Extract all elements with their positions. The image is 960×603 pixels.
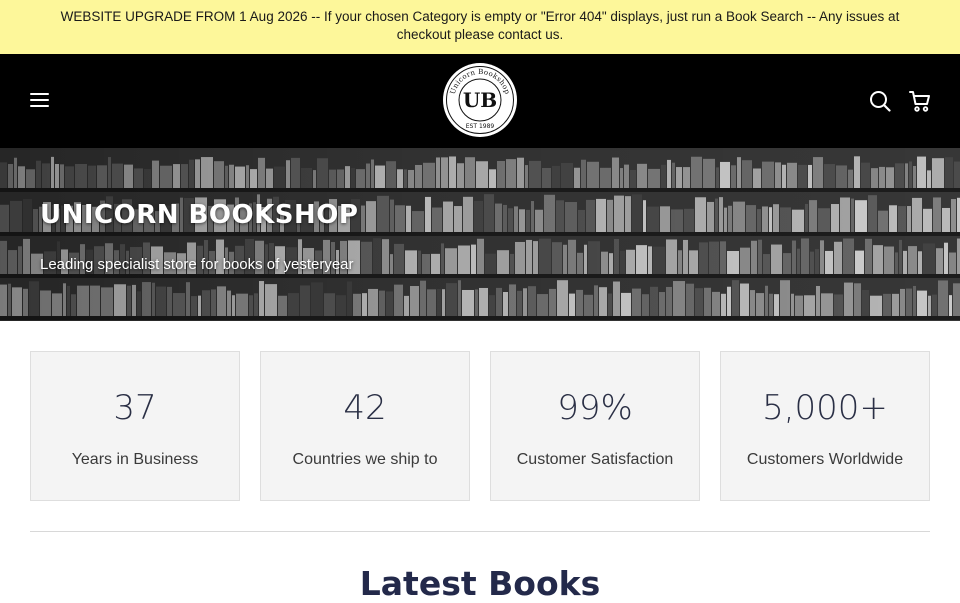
cart-icon[interactable] xyxy=(908,89,932,113)
logo-initials: UB xyxy=(463,88,497,112)
latest-books-heading: Latest Books xyxy=(359,564,601,603)
hamburger-icon xyxy=(30,93,49,95)
stat-label: Years in Business xyxy=(71,451,199,468)
stat-card-satisfaction: 99% Customer Satisfaction xyxy=(490,351,700,501)
section-divider xyxy=(30,531,930,532)
stat-card-years: 37 Years in Business xyxy=(30,351,240,501)
logo[interactable]: Unicorn Bookshop UB EST 1989 xyxy=(442,62,518,138)
stat-label: Customers Worldwide xyxy=(746,451,904,468)
stat-value: 99% xyxy=(557,388,633,428)
stat-value: 37 xyxy=(113,388,157,428)
announcement-bar: WEBSITE UPGRADE FROM 1 Aug 2026 -- If yo… xyxy=(0,0,960,54)
stat-label: Countries we ship to xyxy=(292,451,438,468)
stats-row: 37 Years in Business 42 Countries we shi… xyxy=(30,351,930,501)
stat-card-customers: 5,000+ Customers Worldwide xyxy=(720,351,930,501)
hero-subtitle: Leading specialist store for books of ye… xyxy=(40,256,354,273)
stat-card-countries: 42 Countries we ship to xyxy=(260,351,470,501)
bookshelf-background-image xyxy=(0,148,960,321)
stat-value: 5,000+ xyxy=(762,388,888,428)
hero-banner: UNICORN BOOKSHOP Leading specialist stor… xyxy=(0,148,960,321)
menu-button[interactable] xyxy=(28,90,52,110)
site-header: Unicorn Bookshop UB EST 1989 xyxy=(0,54,960,148)
announcement-text: WEBSITE UPGRADE FROM 1 Aug 2026 -- If yo… xyxy=(60,9,900,42)
stat-value: 42 xyxy=(343,388,387,428)
stat-label: Customer Satisfaction xyxy=(516,451,674,468)
search-icon[interactable] xyxy=(868,89,892,113)
logo-est: EST 1989 xyxy=(466,123,495,130)
hero-title: UNICORN BOOKSHOP xyxy=(40,200,359,230)
